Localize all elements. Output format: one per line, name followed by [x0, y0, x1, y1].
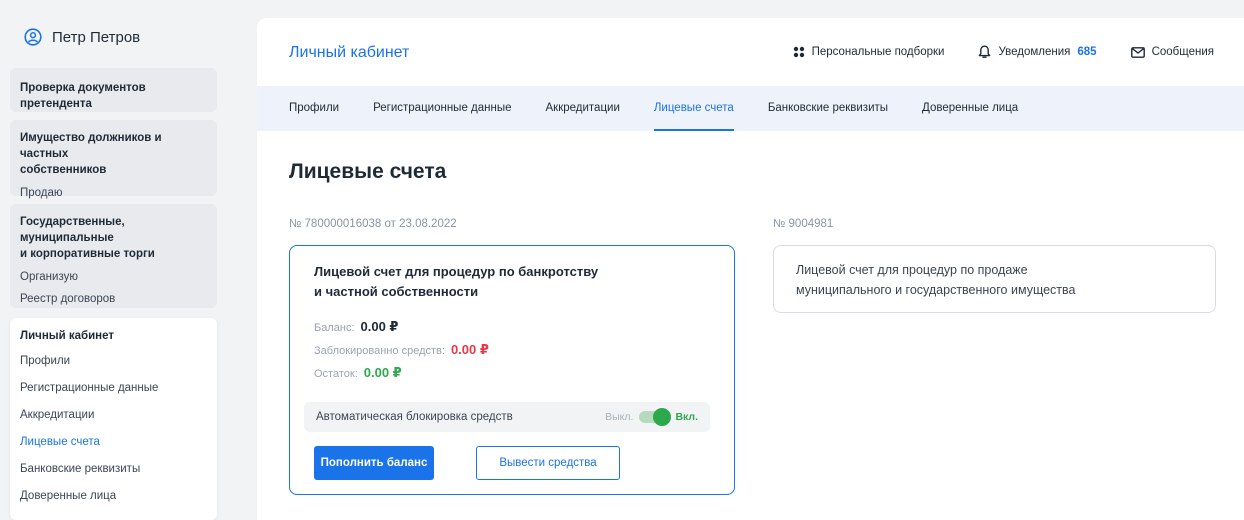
header-title[interactable]: Личный кабинет	[289, 44, 409, 62]
tab-accreditations[interactable]: Аккредитации	[546, 86, 620, 131]
sidebar-item-organize[interactable]: Организую	[20, 269, 207, 285]
account1-heading: Лицевой счет для процедур по банкротству…	[314, 262, 598, 302]
account2-number: № 9004981	[773, 218, 834, 230]
user-name: Петр Петров	[52, 28, 141, 46]
tab-trustees[interactable]: Доверенные лица	[922, 86, 1018, 131]
sidebar-card-title: Личный кабинет	[20, 330, 114, 342]
sidebar-card-title: Проверка документов претендента	[20, 82, 146, 110]
sidebar-card-title-line2: и корпоративные торги	[20, 248, 155, 260]
blocked-value: 0.00 ₽	[450, 342, 489, 357]
bell-icon	[979, 45, 991, 58]
notifications-label: Уведомления	[998, 46, 1071, 58]
notifications-link[interactable]: Уведомления 685	[978, 45, 1097, 59]
sidebar-card-cabinet: Личный кабинет Профили Регистрационные д…	[10, 318, 217, 520]
sidebar-item-trustees[interactable]: Доверенные лица	[20, 488, 207, 504]
sidebar-item-accreditations[interactable]: Аккредитации	[20, 407, 207, 423]
rest-label: Остаток:	[314, 368, 358, 380]
page-title: Лицевые счета	[289, 160, 447, 183]
sidebar-card-title: Имущество должников и частных	[20, 132, 162, 160]
grid-icon	[793, 46, 804, 58]
sidebar-card-documents[interactable]: Проверка документов претендента	[10, 68, 217, 112]
tab-accounts[interactable]: Лицевые счета	[653, 86, 734, 131]
messages-label: Сообщения	[1151, 46, 1214, 58]
rest-row: Остаток: 0.00 ₽	[314, 365, 402, 381]
account2-heading-line1: Лицевой счет для процедур по продаже	[796, 263, 1028, 277]
messages-link[interactable]: Сообщения	[1130, 46, 1214, 58]
auto-block-label: Автоматическая блокировка средств	[316, 411, 513, 423]
envelope-icon	[1130, 46, 1145, 58]
personal-selections-link[interactable]: Персональные подборки	[793, 46, 945, 58]
tab-bar: Профили Регистрационные данные Аккредита…	[257, 86, 1244, 131]
account1-card: Лицевой счет для процедур по банкротству…	[289, 245, 735, 495]
personal-selections-label: Персональные подборки	[811, 46, 945, 58]
sidebar-item-bank-details[interactable]: Банковские реквизиты	[20, 461, 207, 477]
notifications-count: 685	[1077, 46, 1097, 58]
balance-label: Баланс:	[314, 322, 355, 334]
topup-balance-button[interactable]: Пополнить баланс	[314, 446, 434, 480]
user-profile[interactable]: Петр Петров	[24, 28, 140, 46]
auto-block-row: Автоматическая блокировка средств Выкл. …	[304, 402, 710, 432]
sidebar-item-contracts[interactable]: Реестр договоров	[20, 291, 207, 307]
account2-heading: Лицевой счет для процедур по продаже мун…	[796, 260, 1075, 300]
main-panel: Личный кабинет Персональные подборки Уве…	[257, 18, 1244, 520]
sidebar-card-gov-trades: Государственные, муниципальные и корпора…	[10, 204, 217, 308]
balance-row: Баланс: 0.00 ₽	[314, 319, 398, 335]
blocked-label: Заблокированно средств:	[314, 345, 445, 357]
user-icon	[24, 28, 42, 46]
account1-heading-line1: Лицевой счет для процедур по банкротству	[314, 264, 599, 279]
blocked-row: Заблокированно средств: 0.00 ₽	[314, 342, 489, 358]
header-actions: Персональные подборки Уведомления 685 Со…	[793, 45, 1214, 59]
sidebar-card-debtors: Имущество должников и частных собственни…	[10, 120, 217, 199]
sidebar-item-profiles[interactable]: Профили	[20, 353, 207, 369]
toggle-switch[interactable]	[639, 408, 672, 426]
sidebar-item-registration[interactable]: Регистрационные данные	[20, 380, 207, 396]
account2-heading-line2: муниципального и государственного имущес…	[796, 283, 1076, 297]
toggle-on-label: Вкл.	[675, 411, 698, 423]
tab-profiles[interactable]: Профили	[289, 86, 339, 131]
sidebar-card-title: Государственные, муниципальные	[20, 216, 125, 244]
toggle-knob	[653, 408, 672, 426]
tab-registration[interactable]: Регистрационные данные	[373, 86, 511, 131]
sidebar-item-accounts[interactable]: Лицевые счета	[20, 434, 207, 450]
tab-bank-details[interactable]: Банковские реквизиты	[768, 86, 888, 131]
sidebar-item-sell[interactable]: Продаю	[20, 185, 207, 201]
withdraw-funds-button[interactable]: Вывести средства	[476, 446, 620, 480]
balance-value: 0.00 ₽	[360, 319, 399, 334]
account1-number: № 780000016038 от 23.08.2022	[289, 218, 457, 230]
sidebar-card-title-line2: собственников	[20, 164, 107, 176]
account1-heading-line2: и частной собственности	[314, 284, 479, 299]
account2-card[interactable]: Лицевой счет для процедур по продаже мун…	[773, 245, 1216, 313]
sidebar: Петр Петров Проверка документов претенде…	[0, 0, 230, 520]
auto-block-toggle[interactable]: Выкл. Вкл.	[605, 408, 698, 426]
rest-value: 0.00 ₽	[363, 365, 402, 380]
toggle-off-label: Выкл.	[605, 411, 634, 423]
